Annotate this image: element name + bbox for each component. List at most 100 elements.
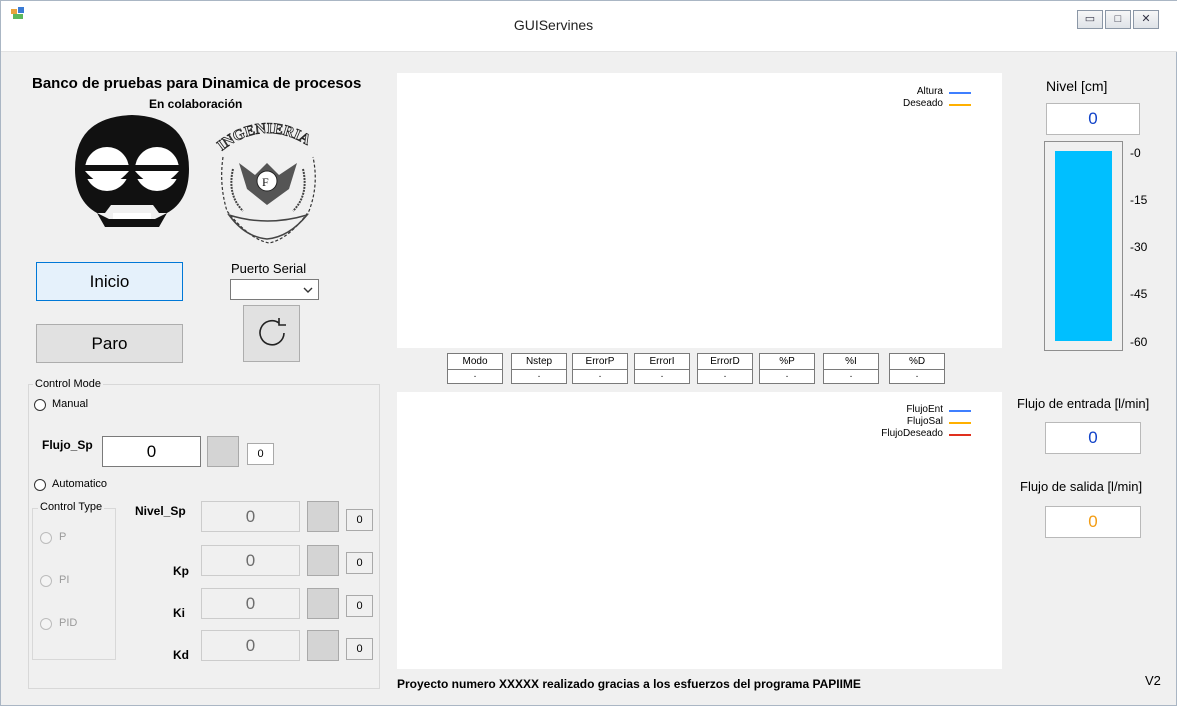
legend-altura-line [949, 92, 971, 94]
version-label: V2 [1145, 673, 1161, 688]
legend-altura-label: Altura [916, 86, 943, 97]
chevron-down-icon [303, 287, 313, 293]
ki-send-button[interactable] [307, 588, 339, 619]
status-value: . [537, 369, 541, 380]
kp-input[interactable]: 0 [201, 545, 300, 576]
minimize-button[interactable]: ▭ [1077, 10, 1103, 29]
kp-label: Kp [173, 564, 189, 578]
control-type-title: Control Type [38, 501, 105, 513]
level-tick-15: -15 [1130, 193, 1148, 207]
status-value: . [785, 369, 789, 380]
svg-text:INGENIERIA: INGENIERIA [215, 121, 314, 154]
nivel-sp-input[interactable]: 0 [201, 501, 300, 532]
status-header: %P [760, 354, 814, 370]
kd-send-button[interactable] [307, 630, 339, 661]
status-value: . [723, 369, 727, 380]
kp-send-button[interactable] [307, 545, 339, 576]
status-header: ErrorP [573, 354, 627, 370]
ki-input[interactable]: 0 [201, 588, 300, 619]
pid-radio[interactable] [40, 618, 52, 630]
kd-readout: 0 [346, 638, 373, 660]
window-title: GUIServines [513, 17, 594, 33]
serial-port-select[interactable] [230, 279, 319, 300]
legend-deseado-label: Deseado [902, 98, 943, 109]
flow-chart[interactable]: FlujoEnt FlujoSal FlujoDeseado [397, 392, 1002, 669]
status-header: ErrorI [635, 354, 689, 370]
status-column-0: Modo. [447, 353, 503, 384]
nivel-sp-send-button[interactable] [307, 501, 339, 532]
status-column-4: ErrorD. [697, 353, 753, 384]
status-column-3: ErrorI. [634, 353, 690, 384]
legend-flujoent-label: FlujoEnt [906, 404, 943, 415]
status-header: Nstep [512, 354, 566, 370]
maximize-button[interactable]: □ [1105, 10, 1131, 29]
status-column-5: %P. [759, 353, 815, 384]
ki-readout: 0 [346, 595, 373, 617]
owl-logo-icon [75, 115, 189, 227]
start-button[interactable]: Inicio [36, 262, 183, 301]
legend-flujosal-label: FlujoSal [906, 416, 943, 427]
automatico-radio[interactable] [34, 479, 46, 491]
level-tick-45: -45 [1130, 287, 1148, 301]
control-mode-title: Control Mode [33, 378, 104, 390]
status-header: ErrorD [698, 354, 752, 370]
stop-button[interactable]: Paro [36, 324, 183, 363]
status-value: . [849, 369, 853, 380]
flow-out-label: Flujo de salida [l/min] [1020, 479, 1143, 494]
app-window: GUIServines ▭ □ ✕ Banco de pruebas para … [0, 0, 1177, 706]
engineering-seal-icon: INGENIERIA F [214, 120, 316, 244]
level-bar-fill [1055, 151, 1112, 341]
legend-flujodeseado-label: FlujoDeseado [881, 428, 943, 439]
pi-radio[interactable] [40, 575, 52, 587]
p-label: P [59, 531, 67, 543]
close-button[interactable]: ✕ [1133, 10, 1159, 29]
svg-text:F: F [262, 175, 269, 189]
status-column-6: %I. [823, 353, 879, 384]
p-radio[interactable] [40, 532, 52, 544]
status-column-7: %D. [889, 353, 945, 384]
level-tick-30: -30 [1130, 240, 1148, 254]
level-tick-60: -60 [1130, 335, 1148, 349]
flujo-sp-label: Flujo_Sp [42, 438, 93, 452]
serial-port-label: Puerto Serial [231, 261, 307, 276]
legend-flujodeseado-line [949, 434, 971, 436]
refresh-ports-button[interactable] [243, 305, 300, 362]
kp-readout: 0 [346, 552, 373, 574]
nivel-sp-readout: 0 [346, 509, 373, 531]
status-header: Modo [448, 354, 502, 370]
level-label: Nivel [cm] [1046, 78, 1108, 94]
flujo-sp-readout: 0 [247, 443, 274, 465]
nivel-sp-label: Nivel_Sp [135, 504, 186, 518]
kd-label: Kd [173, 648, 189, 662]
refresh-icon [259, 318, 286, 346]
ki-label: Ki [173, 606, 185, 620]
status-value: . [915, 369, 919, 380]
footer-text: Proyecto numero XXXXX realizado gracias … [397, 677, 861, 691]
flow-in-label: Flujo de entrada [l/min] [1017, 396, 1150, 411]
pi-label: PI [59, 574, 70, 586]
pid-label: PID [59, 617, 78, 629]
manual-radio[interactable] [34, 399, 46, 411]
title-bar: GUIServines ▭ □ ✕ [1, 1, 1177, 52]
status-column-2: ErrorP. [572, 353, 628, 384]
status-header: %D [890, 354, 944, 370]
kd-input[interactable]: 0 [201, 630, 300, 661]
flow-in-value: 0 [1045, 422, 1141, 454]
level-tick-0: -0 [1130, 146, 1141, 160]
legend-flujoent-line [949, 410, 971, 412]
automatico-label: Automatico [52, 478, 108, 490]
flow-out-value: 0 [1045, 506, 1141, 538]
status-column-1: Nstep. [511, 353, 567, 384]
status-value: . [473, 369, 477, 380]
legend-deseado-line [949, 104, 971, 106]
manual-label: Manual [52, 398, 89, 410]
level-chart[interactable]: Altura Deseado [397, 73, 1002, 348]
flujo-sp-input[interactable]: 0 [102, 436, 201, 467]
seal-text: INGENIERIA [214, 120, 314, 154]
level-bar-frame [1044, 141, 1123, 351]
legend-flujosal-line [949, 422, 971, 424]
status-value: . [598, 369, 602, 380]
page-title: Banco de pruebas para Dinamica de proces… [32, 75, 362, 92]
status-value: . [660, 369, 664, 380]
flujo-sp-send-button[interactable] [207, 436, 239, 467]
